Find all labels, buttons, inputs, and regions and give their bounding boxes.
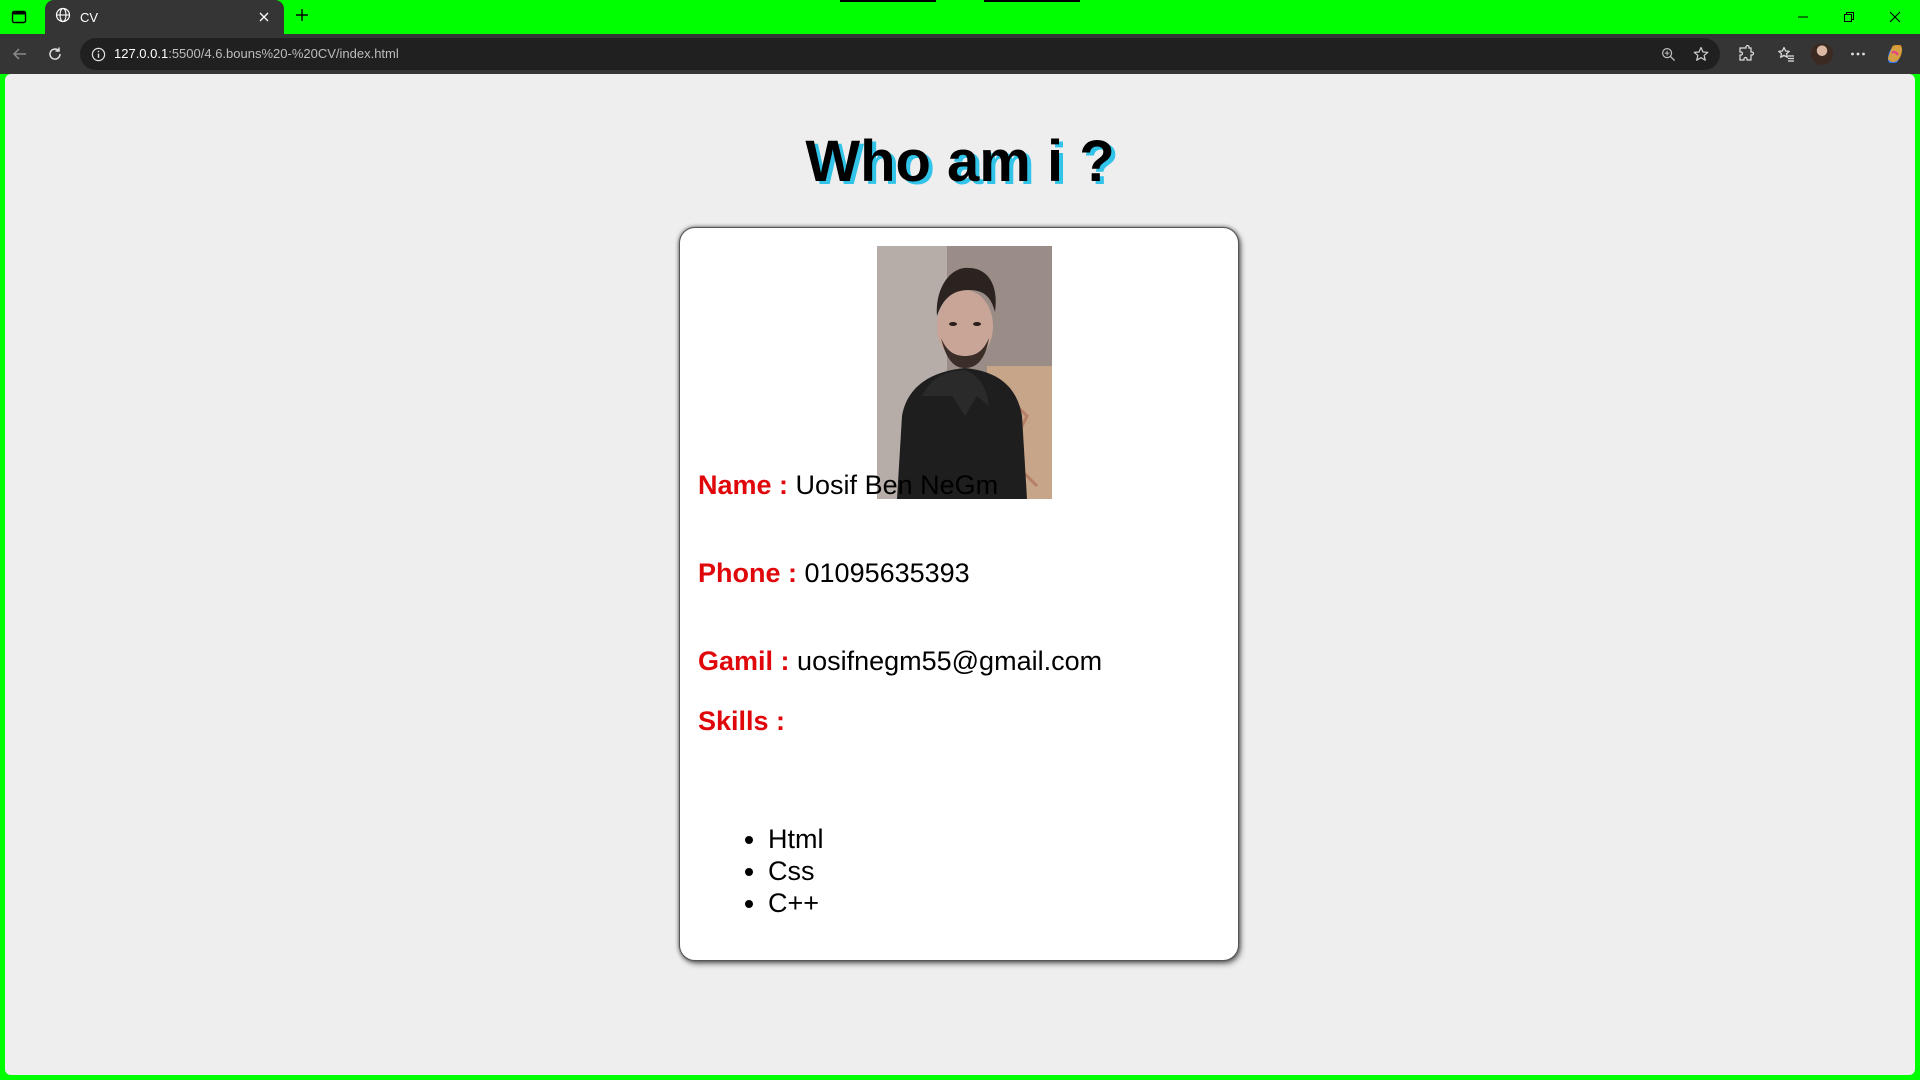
browser-toolbar: 127.0.0.1:5500/4.6.bouns%20-%20CV/index.… [0,34,1920,74]
more-icon[interactable] [1846,42,1870,66]
address-path: :5500/4.6.bouns%20-%20CV/index.html [168,46,399,61]
email-field: Gamil : uosifnegm55@gmail.com [698,646,1102,677]
refresh-icon[interactable] [41,40,69,68]
tab-title: CV [80,9,99,25]
minimize-icon[interactable] [1780,0,1826,34]
favorites-icon[interactable] [1774,42,1798,66]
address-bar[interactable]: 127.0.0.1:5500/4.6.bouns%20-%20CV/index.… [80,38,1720,70]
window-drag-indicator [840,0,936,2]
back-icon[interactable] [6,40,34,68]
phone-field: Phone : 01095635393 [698,558,970,589]
list-item: Css [768,855,824,887]
email-value: uosifnegm55@gmail.com [797,646,1103,676]
new-tab-button[interactable] [290,5,314,29]
address-url[interactable]: 127.0.0.1:5500/4.6.bouns%20-%20CV/index.… [114,46,399,61]
star-icon[interactable] [1691,44,1711,64]
phone-value: 01095635393 [804,558,970,588]
copilot-icon[interactable] [1883,42,1907,66]
window-drag-indicator [984,0,1080,2]
list-item: C++ [768,887,824,919]
tab-strip: CV [0,0,1920,34]
page-title: Who am i ? [805,129,1115,194]
profile-avatar[interactable] [1810,42,1834,66]
phone-label: Phone : [698,558,797,588]
info-icon[interactable] [88,44,108,64]
close-icon[interactable] [254,7,274,27]
name-value: Uosif Ben NeGm [795,470,999,500]
avatar [1811,43,1833,65]
plus-icon [295,8,309,27]
email-label: Gamil : [698,646,790,676]
skills-label: Skills : [698,706,786,736]
restore-icon[interactable] [1826,0,1872,34]
skills-list: Html Css C++ [768,823,824,919]
globe-icon [55,7,71,28]
close-window-icon[interactable] [1872,0,1918,34]
extensions-icon[interactable] [1734,42,1758,66]
sidebar-toggle-icon[interactable] [8,6,30,28]
name-field: Name : Uosif Ben NeGm [698,470,998,501]
cv-card: Name : Uosif Ben NeGm Phone : 0109563539… [679,227,1239,961]
address-host: 127.0.0.1 [114,46,169,61]
list-item: Html [768,823,824,855]
tab-cv[interactable]: CV [45,0,284,34]
zoom-icon[interactable] [1658,44,1678,64]
page-viewport: Who am i ? Name : Uosif Ben NeGm Phone:… [5,74,1915,1075]
profile-photo [877,246,1052,499]
skills-heading: Skills : [698,706,785,737]
name-label: Name : [698,470,789,500]
